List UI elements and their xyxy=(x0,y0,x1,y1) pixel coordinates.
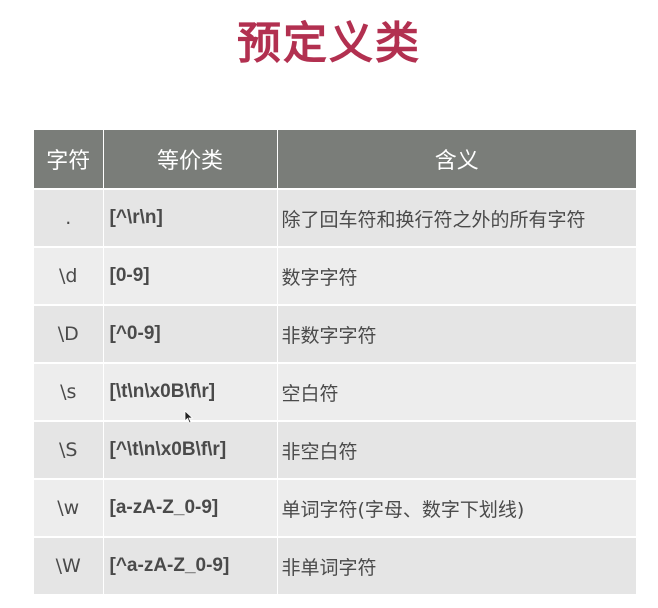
column-header-equivalent: 等价类 xyxy=(103,130,278,189)
cell-meaning: 非空白符 xyxy=(277,420,636,479)
cell-equivalent: [^a-zA-Z_0-9] xyxy=(103,536,278,594)
table-row: \w [a-zA-Z_0-9] 单词字符(字母、数字下划线) xyxy=(34,478,636,537)
cell-meaning: 空白符 xyxy=(277,362,636,421)
table-header-row: 字符 等价类 含义 xyxy=(34,130,636,189)
table-row: \d [0-9] 数字字符 xyxy=(34,246,636,305)
cell-char: \S xyxy=(34,420,104,479)
table-row: \W [^a-zA-Z_0-9] 非单词字符 xyxy=(34,536,636,594)
table-row: \D [^0-9] 非数字字符 xyxy=(34,304,636,363)
cell-meaning: 单词字符(字母、数字下划线) xyxy=(277,478,636,537)
cell-equivalent: [a-zA-Z_0-9] xyxy=(103,478,278,537)
cell-char: . xyxy=(34,188,104,247)
cell-meaning: 数字字符 xyxy=(277,246,636,305)
cell-meaning: 除了回车符和换行符之外的所有字符 xyxy=(277,188,636,247)
cell-equivalent: [^\t\n\x0B\f\r] xyxy=(103,420,278,479)
cell-char: \d xyxy=(34,246,104,305)
column-header-char: 字符 xyxy=(34,130,104,189)
cell-char: \s xyxy=(34,362,104,421)
table-row: \S [^\t\n\x0B\f\r] 非空白符 xyxy=(34,420,636,479)
slide-title: 预定义类 xyxy=(237,18,421,69)
table-row: . [^\r\n] 除了回车符和换行符之外的所有字符 xyxy=(34,188,636,247)
cell-equivalent: [^\r\n] xyxy=(103,188,278,247)
cell-equivalent: [0-9] xyxy=(103,246,278,305)
cell-meaning: 非数字字符 xyxy=(277,304,636,363)
cell-char: \w xyxy=(34,478,104,537)
predefined-class-table: 字符 等价类 含义 . [^\r\n] 除了回车符和换行符之外的所有字符 \d … xyxy=(34,130,636,594)
slide: 预定义类 字符 等价类 含义 . [^\r\n] 除了回车符和换行符之外的所有字… xyxy=(0,0,658,608)
cell-equivalent: [^0-9] xyxy=(103,304,278,363)
column-header-meaning: 含义 xyxy=(277,130,636,189)
table-row: \s [\t\n\x0B\f\r] 空白符 xyxy=(34,362,636,421)
cell-char: \D xyxy=(34,304,104,363)
cell-meaning: 非单词字符 xyxy=(277,536,636,594)
cell-char: \W xyxy=(34,536,104,594)
mouse-pointer-icon xyxy=(184,410,194,424)
